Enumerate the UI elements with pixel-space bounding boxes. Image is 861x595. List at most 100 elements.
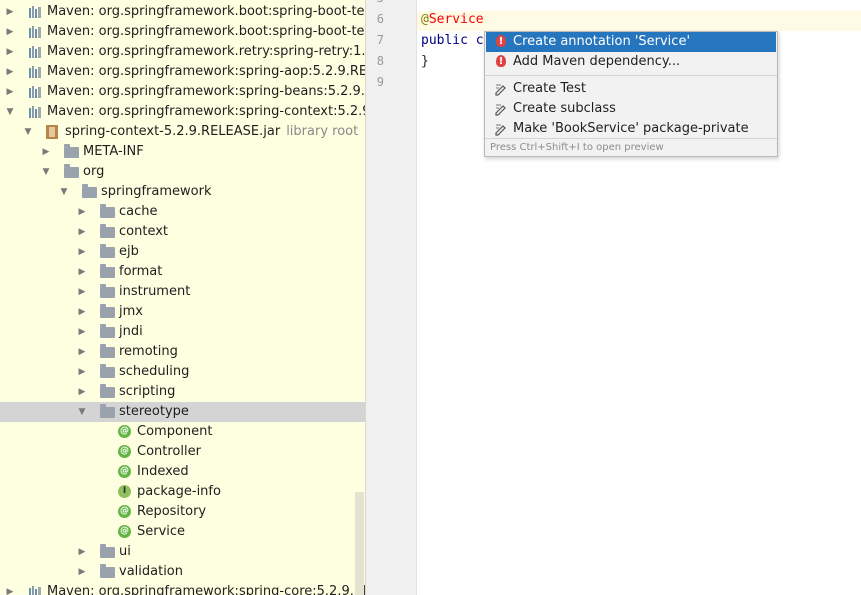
package-folder-icon xyxy=(82,184,97,199)
annotation-name[interactable]: Service xyxy=(429,12,484,27)
tree-row-label: scripting xyxy=(119,384,176,399)
collapsed-arrow-icon[interactable]: ▶ xyxy=(77,282,87,302)
keyword-public: public xyxy=(421,33,468,48)
tree-row-service[interactable]: @ Service xyxy=(0,522,365,542)
collapsed-arrow-icon[interactable]: ▶ xyxy=(77,362,87,382)
maven-library-icon xyxy=(28,5,42,19)
tree-row-controller[interactable]: @ Controller xyxy=(0,442,365,462)
tree-row-indexed[interactable]: @ Indexed xyxy=(0,462,365,482)
tree-row-jmx[interactable]: ▶ jmx xyxy=(0,302,365,322)
code-line-7[interactable]: public c xyxy=(421,33,484,48)
tree-row-label: Maven: org.springframework:spring-contex… xyxy=(47,104,365,119)
tree-row-label: ejb xyxy=(119,244,139,259)
tree-row-context[interactable]: ▶ context xyxy=(0,222,365,242)
tree-row-ui[interactable]: ▶ ui xyxy=(0,542,365,562)
tree-row-scripting[interactable]: ▶ scripting xyxy=(0,382,365,402)
tree-row-format[interactable]: ▶ format xyxy=(0,262,365,282)
tree-row-remoting[interactable]: ▶ remoting xyxy=(0,342,365,362)
collapsed-arrow-icon[interactable]: ▶ xyxy=(77,342,87,362)
annotation-at: @ xyxy=(421,12,429,27)
package-folder-icon xyxy=(100,324,115,339)
tree-row-maven-org-springframework-retry-spring-retry-1-2-5-re[interactable]: ▶ Maven: org.springframework.retry:spring… xyxy=(0,42,365,62)
project-tree: ▶ Maven: org.springframework.boot:spring-… xyxy=(0,0,366,595)
tree-row-label: instrument xyxy=(119,284,191,299)
tree-row-label: Service xyxy=(137,524,186,539)
pencil-icon xyxy=(494,82,508,96)
collapsed-arrow-icon[interactable]: ▶ xyxy=(77,222,87,242)
intention-item-make-bookservice-package-private[interactable]: Make 'BookService' package-private xyxy=(486,119,776,139)
collapsed-arrow-icon[interactable]: ▶ xyxy=(5,2,15,22)
collapsed-arrow-icon[interactable]: ▶ xyxy=(5,582,15,595)
intention-item-create-annotation-service[interactable]: Create annotation 'Service' xyxy=(486,32,776,52)
jar-icon xyxy=(46,125,60,139)
tree-row-jndi[interactable]: ▶ jndi xyxy=(0,322,365,342)
package-folder-icon xyxy=(100,244,115,259)
tree-row-org[interactable]: ▼ org xyxy=(0,162,365,182)
tree-row-label: org xyxy=(83,164,105,179)
annotation-type-icon: @ xyxy=(118,445,131,458)
tree-row-scheduling[interactable]: ▶ scheduling xyxy=(0,362,365,382)
tree-row-instrument[interactable]: ▶ instrument xyxy=(0,282,365,302)
expanded-arrow-icon[interactable]: ▼ xyxy=(59,182,69,202)
library-root-suffix: library root xyxy=(286,124,359,139)
collapsed-arrow-icon[interactable]: ▶ xyxy=(5,62,15,82)
collapsed-arrow-icon[interactable]: ▶ xyxy=(77,202,87,222)
intention-item-create-subclass[interactable]: Create subclass xyxy=(486,99,776,119)
collapsed-arrow-icon[interactable]: ▶ xyxy=(5,82,15,102)
collapsed-arrow-icon[interactable]: ▶ xyxy=(77,302,87,322)
code-line-8[interactable]: } xyxy=(421,54,429,69)
package-folder-icon xyxy=(100,364,115,379)
intention-item-label: Add Maven dependency... xyxy=(513,54,681,69)
intention-item-add-maven-dependency[interactable]: Add Maven dependency... xyxy=(486,52,776,72)
line-number: 6 xyxy=(376,12,384,26)
collapsed-arrow-icon[interactable]: ▶ xyxy=(5,22,15,42)
tree-row-package-info[interactable]: Ipackage-info xyxy=(0,482,365,502)
collapsed-arrow-icon[interactable]: ▶ xyxy=(41,142,51,162)
tree-row-spring-context-5-2-9-release-jar[interactable]: ▼ spring-context-5.2.9.RELEASE.jar library… xyxy=(0,122,365,142)
tree-row-repository[interactable]: @ Repository xyxy=(0,502,365,522)
tree-row-maven-org-springframework-spring-core-5-2-9-releas[interactable]: ▶ Maven: org.springframework:spring-core:… xyxy=(0,582,365,595)
collapsed-arrow-icon[interactable]: ▶ xyxy=(77,322,87,342)
tree-row-maven-org-springframework-boot-spring-boot-test-2-3[interactable]: ▶ Maven: org.springframework.boot:spring-… xyxy=(0,2,365,22)
tree-row-label: cache xyxy=(119,204,158,219)
package-folder-icon xyxy=(100,204,115,219)
tree-row-label: ui xyxy=(119,544,131,559)
expanded-arrow-icon[interactable]: ▼ xyxy=(5,102,15,122)
collapsed-arrow-icon[interactable]: ▶ xyxy=(77,382,87,402)
collapsed-arrow-icon[interactable]: ▶ xyxy=(77,262,87,282)
tree-scrollbar[interactable] xyxy=(355,492,364,595)
collapsed-arrow-icon[interactable]: ▶ xyxy=(77,242,87,262)
collapsed-arrow-icon[interactable]: ▶ xyxy=(77,562,87,582)
tree-row-maven-org-springframework-boot-spring-boot-test-au[interactable]: ▶ Maven: org.springframework.boot:spring-… xyxy=(0,22,365,42)
tree-row-label: jndi xyxy=(119,324,143,339)
annotation-type-icon: @ xyxy=(118,465,131,478)
tree-row-label: Component xyxy=(137,424,213,439)
tree-row-maven-org-springframework-spring-context-5-2-9-rele[interactable]: ▼ Maven: org.springframework:spring-conte… xyxy=(0,102,365,122)
expanded-arrow-icon[interactable]: ▼ xyxy=(23,122,33,142)
tree-row-maven-org-springframework-spring-beans-5-2-9-relea[interactable]: ▶ Maven: org.springframework:spring-beans… xyxy=(0,82,365,102)
tree-row-ejb[interactable]: ▶ ejb xyxy=(0,242,365,262)
collapsed-arrow-icon[interactable]: ▶ xyxy=(77,542,87,562)
package-folder-icon xyxy=(100,264,115,279)
intention-item-create-test[interactable]: Create Test xyxy=(486,79,776,99)
tree-row-validation[interactable]: ▶ validation xyxy=(0,562,365,582)
tree-row-component[interactable]: @ Component xyxy=(0,422,365,442)
tree-row-meta-inf[interactable]: ▶ META-INF xyxy=(0,142,365,162)
code-line-6[interactable]: @Service xyxy=(421,12,484,27)
expanded-arrow-icon[interactable]: ▼ xyxy=(41,162,51,182)
tree-row-label: Maven: org.springframework:spring-core:5… xyxy=(47,584,365,595)
tree-row-stereotype[interactable]: ▼ stereotype xyxy=(0,402,365,422)
annotation-type-icon: @ xyxy=(118,505,131,518)
tree-row-label: stereotype xyxy=(119,404,189,419)
line-number: 5 xyxy=(370,0,384,5)
expanded-arrow-icon[interactable]: ▼ xyxy=(77,402,87,422)
collapsed-arrow-icon[interactable]: ▶ xyxy=(5,42,15,62)
tree-row-cache[interactable]: ▶ cache xyxy=(0,202,365,222)
tree-row-maven-org-springframework-spring-aop-5-2-9-release[interactable]: ▶ Maven: org.springframework:spring-aop:5… xyxy=(0,62,365,82)
tree-row-springframework[interactable]: ▼ springframework xyxy=(0,182,365,202)
tree-row-label: context xyxy=(119,224,168,239)
package-info-icon: I xyxy=(118,485,132,499)
tree-row-label: Maven: org.springframework:spring-beans:… xyxy=(47,84,365,99)
annotation-type-icon: @ xyxy=(118,525,131,538)
package-folder-icon xyxy=(64,164,79,179)
